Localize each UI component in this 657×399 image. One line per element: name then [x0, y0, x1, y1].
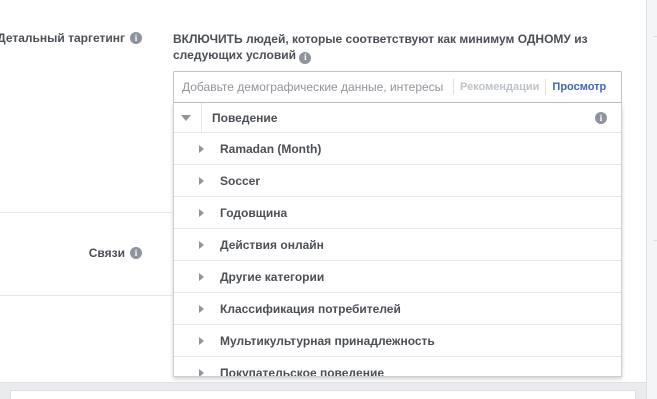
ad-set-panel: Детальный таргетинг i ВКЛЮЧИТЬ людей, ко… — [0, 0, 640, 382]
chevron-right-icon — [199, 272, 204, 281]
targeting-search-box: Рекомендации Просмотр — [173, 71, 622, 103]
info-icon[interactable]: i — [130, 247, 142, 259]
list-item-label: Годовщина — [220, 205, 288, 220]
list-item[interactable]: Действия онлайн — [174, 229, 621, 261]
edge-rule — [653, 36, 657, 37]
detailed-targeting-label: Детальный таргетинг i — [0, 31, 142, 45]
list-item-label: Действия онлайн — [220, 237, 324, 252]
header-divider — [201, 103, 202, 133]
section-divider — [0, 212, 172, 213]
info-icon[interactable]: i — [595, 112, 607, 124]
browse-dropdown: Поведение i Ramadan (Month) Soccer Годов… — [173, 103, 622, 377]
edge-rule — [653, 240, 657, 241]
chevron-right-icon — [199, 336, 204, 345]
detailed-targeting-text: Детальный таргетинг — [0, 31, 125, 45]
list-item[interactable]: Soccer — [174, 165, 621, 197]
section-divider — [0, 295, 172, 296]
list-item[interactable]: Мультикультурная принадлежность — [174, 325, 621, 357]
next-section-edge — [0, 382, 646, 399]
category-title: Поведение — [212, 110, 278, 125]
list-item-label: Классификация потребителей — [220, 301, 401, 316]
info-icon[interactable]: i — [299, 51, 312, 64]
chevron-right-icon — [199, 304, 204, 313]
connections-label: Связи i — [89, 246, 142, 260]
list-item-label: Покупательское поведение — [220, 365, 385, 377]
include-description: ВКЛЮЧИТЬ людей, которые соответствуют ка… — [173, 31, 613, 64]
adjacent-panel-edge — [646, 0, 657, 399]
list-item-label: Soccer — [220, 173, 261, 188]
list-item-label: Другие категории — [220, 269, 325, 284]
list-item[interactable]: Другие категории — [174, 261, 621, 293]
search-divider — [545, 79, 547, 95]
chevron-right-icon — [199, 176, 204, 185]
tab-recommendations[interactable]: Рекомендации — [460, 81, 539, 93]
list-item[interactable]: Классификация потребителей — [174, 293, 621, 325]
connections-text: Связи — [88, 246, 125, 260]
list-item[interactable]: Покупательское поведение — [174, 357, 621, 377]
search-divider — [453, 79, 454, 95]
chevron-right-icon — [199, 144, 204, 153]
targeting-search-input[interactable] — [182, 80, 447, 94]
next-section-card — [10, 390, 636, 399]
chevron-right-icon — [199, 208, 204, 217]
list-item[interactable]: Ramadan (Month) — [174, 133, 621, 165]
chevron-down-icon[interactable] — [181, 114, 191, 121]
include-text: ВКЛЮЧИТЬ людей, которые соответствуют ка… — [173, 32, 588, 62]
category-header[interactable]: Поведение i — [174, 103, 621, 133]
list-item[interactable]: Годовщина — [174, 197, 621, 229]
chevron-right-icon — [199, 368, 204, 376]
list-item-label: Мультикультурная принадлежность — [220, 333, 435, 348]
chevron-right-icon — [199, 240, 204, 249]
tab-browse[interactable]: Просмотр — [552, 81, 606, 93]
list-item-label: Ramadan (Month) — [220, 141, 322, 156]
info-icon[interactable]: i — [130, 32, 142, 44]
